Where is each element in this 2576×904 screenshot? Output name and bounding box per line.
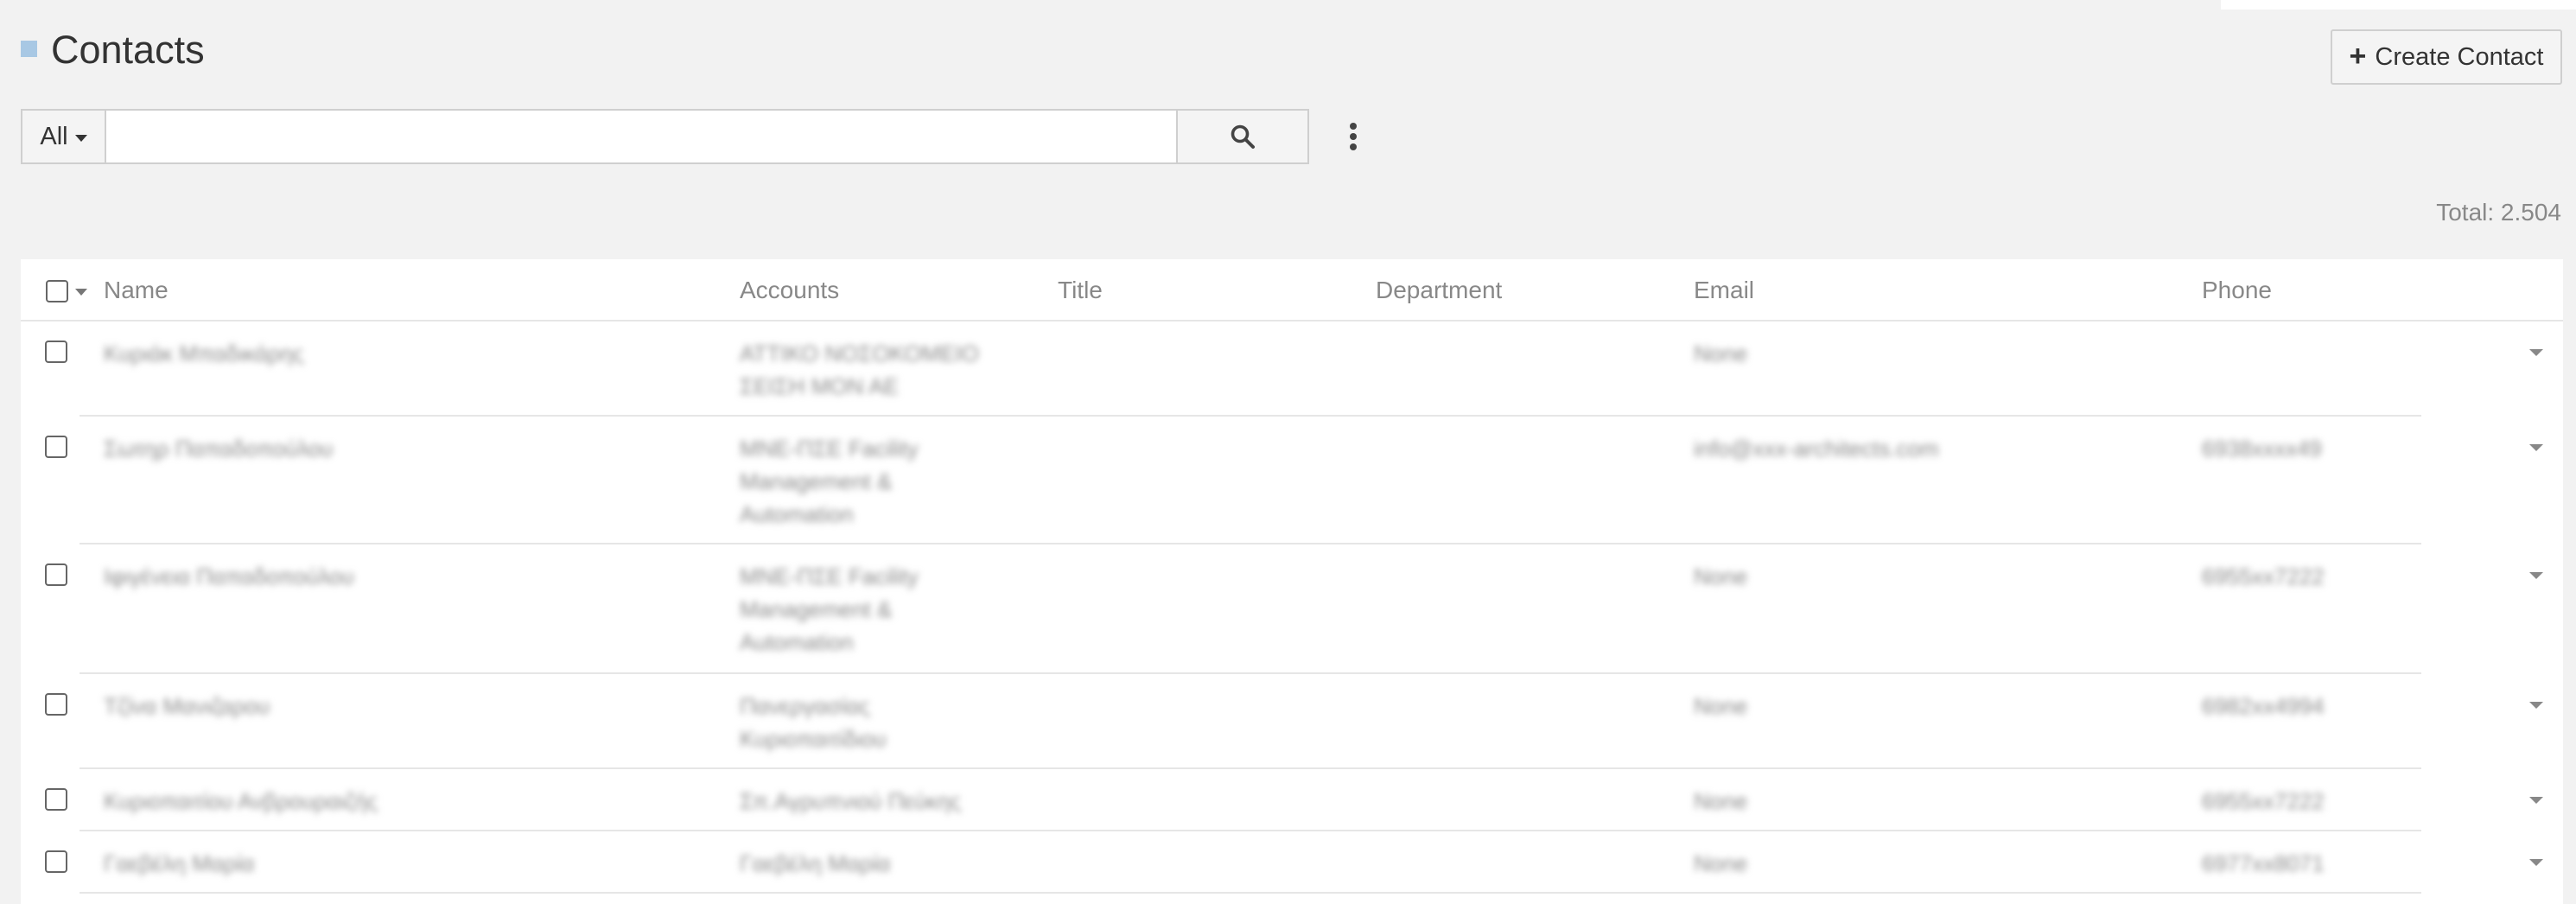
- filter-dropdown[interactable]: All: [21, 109, 105, 164]
- column-header-email[interactable]: Email: [1694, 277, 1754, 304]
- row-actions-caret-icon[interactable]: [2529, 859, 2543, 866]
- cell-phone: 6955xx7222: [2202, 563, 2325, 589]
- table-row[interactable]: Τζίνα Μανιζαρου Πανεργασίας Κυριοπαιτίδι…: [21, 674, 2563, 769]
- cell-name[interactable]: Ιφιγένεια Παπαδοπούλου: [104, 560, 354, 593]
- column-header-department[interactable]: Department: [1376, 277, 1502, 304]
- create-contact-button[interactable]: + Create Contact: [2331, 29, 2562, 85]
- column-header-accounts[interactable]: Accounts: [740, 277, 839, 304]
- cell-accounts[interactable]: Πανεργασίας Κυριοπαιτίδιου: [740, 690, 999, 755]
- cell-accounts[interactable]: ΑΤΤΙΚΟ ΝΟΣΟΚΟΜΕΙΟ ΣΕΙΣΗ ΜΟΝ ΑΕ: [740, 337, 999, 403]
- column-header-phone[interactable]: Phone: [2202, 277, 2272, 304]
- cell-phone: 6977xx8071: [2202, 850, 2325, 876]
- table-row[interactable]: Σωτηρ Παπαδοπούλου ΜΝΕ-ΠΣΕ Facility Mana…: [21, 417, 2563, 544]
- create-contact-label: Create Contact: [2375, 42, 2544, 71]
- table-header: Name Accounts Title Department Email Pho…: [21, 259, 2563, 321]
- plus-icon: +: [2349, 39, 2367, 73]
- row-actions-caret-icon[interactable]: [2529, 349, 2543, 356]
- search-icon: [1231, 124, 1255, 149]
- page-title: Contacts: [51, 28, 205, 72]
- row-checkbox[interactable]: [45, 788, 67, 811]
- column-header-title[interactable]: Title: [1058, 277, 1103, 304]
- row-checkbox[interactable]: [45, 436, 67, 458]
- contacts-table: Name Accounts Title Department Email Pho…: [21, 259, 2563, 904]
- search-bar: All: [21, 109, 1309, 164]
- column-header-name[interactable]: Name: [104, 277, 169, 304]
- cell-email: None: [1694, 563, 1748, 589]
- table-row[interactable]: Κυριάκ Μπαδικάρης ΑΤΤΙΚΟ ΝΟΣΟΚΟΜΕΙΟ ΣΕΙΣ…: [21, 321, 2563, 417]
- cell-email: None: [1694, 341, 1748, 366]
- cell-email: None: [1694, 693, 1748, 719]
- select-all-checkbox[interactable]: [46, 280, 68, 302]
- cell-name[interactable]: Κυριάκ Μπαδικάρης: [104, 337, 303, 370]
- cell-accounts[interactable]: ΜΝΕ-ΠΣΕ Facility Management & Automation: [740, 432, 999, 531]
- cell-email[interactable]: info@xxx-architects.com: [1694, 432, 1939, 465]
- cell-accounts[interactable]: ΜΝΕ-ΠΣΕ Facility Management & Automation: [740, 560, 999, 659]
- top-right-strip: [2221, 0, 2576, 10]
- total-count: Total: 2.504: [2436, 199, 2561, 226]
- cell-phone: 6938xxxx49: [2202, 436, 2322, 462]
- select-menu-caret-icon[interactable]: [75, 289, 87, 296]
- caret-down-icon: [74, 134, 87, 142]
- row-divider: [80, 892, 2421, 894]
- cell-accounts[interactable]: Γαεβέλη Μαρία: [740, 847, 999, 880]
- cell-name[interactable]: Τζίνα Μανιζαρου: [104, 690, 270, 723]
- row-checkbox[interactable]: [45, 563, 67, 586]
- row-checkbox[interactable]: [45, 850, 67, 873]
- cell-email: None: [1694, 850, 1748, 876]
- contacts-page: Contacts + Create Contact All Total: 2.5…: [0, 0, 2576, 904]
- cell-name[interactable]: Κυριοπαιτίου Ανβρουραιζής: [104, 785, 378, 818]
- cell-name[interactable]: Σωτηρ Παπαδοπούλου: [104, 432, 333, 465]
- cell-phone: 6955xx7222: [2202, 788, 2325, 814]
- table-row[interactable]: Γαεβέλη Μαρία Γαεβέλη Μαρία None 6977xx8…: [21, 831, 2563, 894]
- row-actions-caret-icon[interactable]: [2529, 702, 2543, 709]
- module-color-marker: [21, 41, 37, 57]
- table-row[interactable]: Ιφιγένεια Παπαδοπούλου ΜΝΕ-ΠΣΕ Facility …: [21, 544, 2563, 674]
- cell-email: None: [1694, 788, 1748, 814]
- row-checkbox[interactable]: [45, 693, 67, 716]
- row-checkbox[interactable]: [45, 341, 67, 363]
- row-actions-caret-icon[interactable]: [2529, 444, 2543, 451]
- cell-phone: 6982xx4994: [2202, 693, 2325, 719]
- search-button[interactable]: [1178, 109, 1309, 164]
- cell-accounts[interactable]: Σπ.Αγρυπνιού Πεύκης: [740, 785, 1051, 818]
- search-input[interactable]: [105, 109, 1178, 164]
- cell-name[interactable]: Γαεβέλη Μαρία: [104, 847, 254, 880]
- row-actions-caret-icon[interactable]: [2529, 797, 2543, 804]
- more-options-icon[interactable]: [1342, 119, 1364, 154]
- table-row[interactable]: Κυριοπαιτίου Ανβρουραιζής Σπ.Αγρυπνιού Π…: [21, 769, 2563, 831]
- filter-label: All: [40, 122, 68, 150]
- row-actions-caret-icon[interactable]: [2529, 572, 2543, 579]
